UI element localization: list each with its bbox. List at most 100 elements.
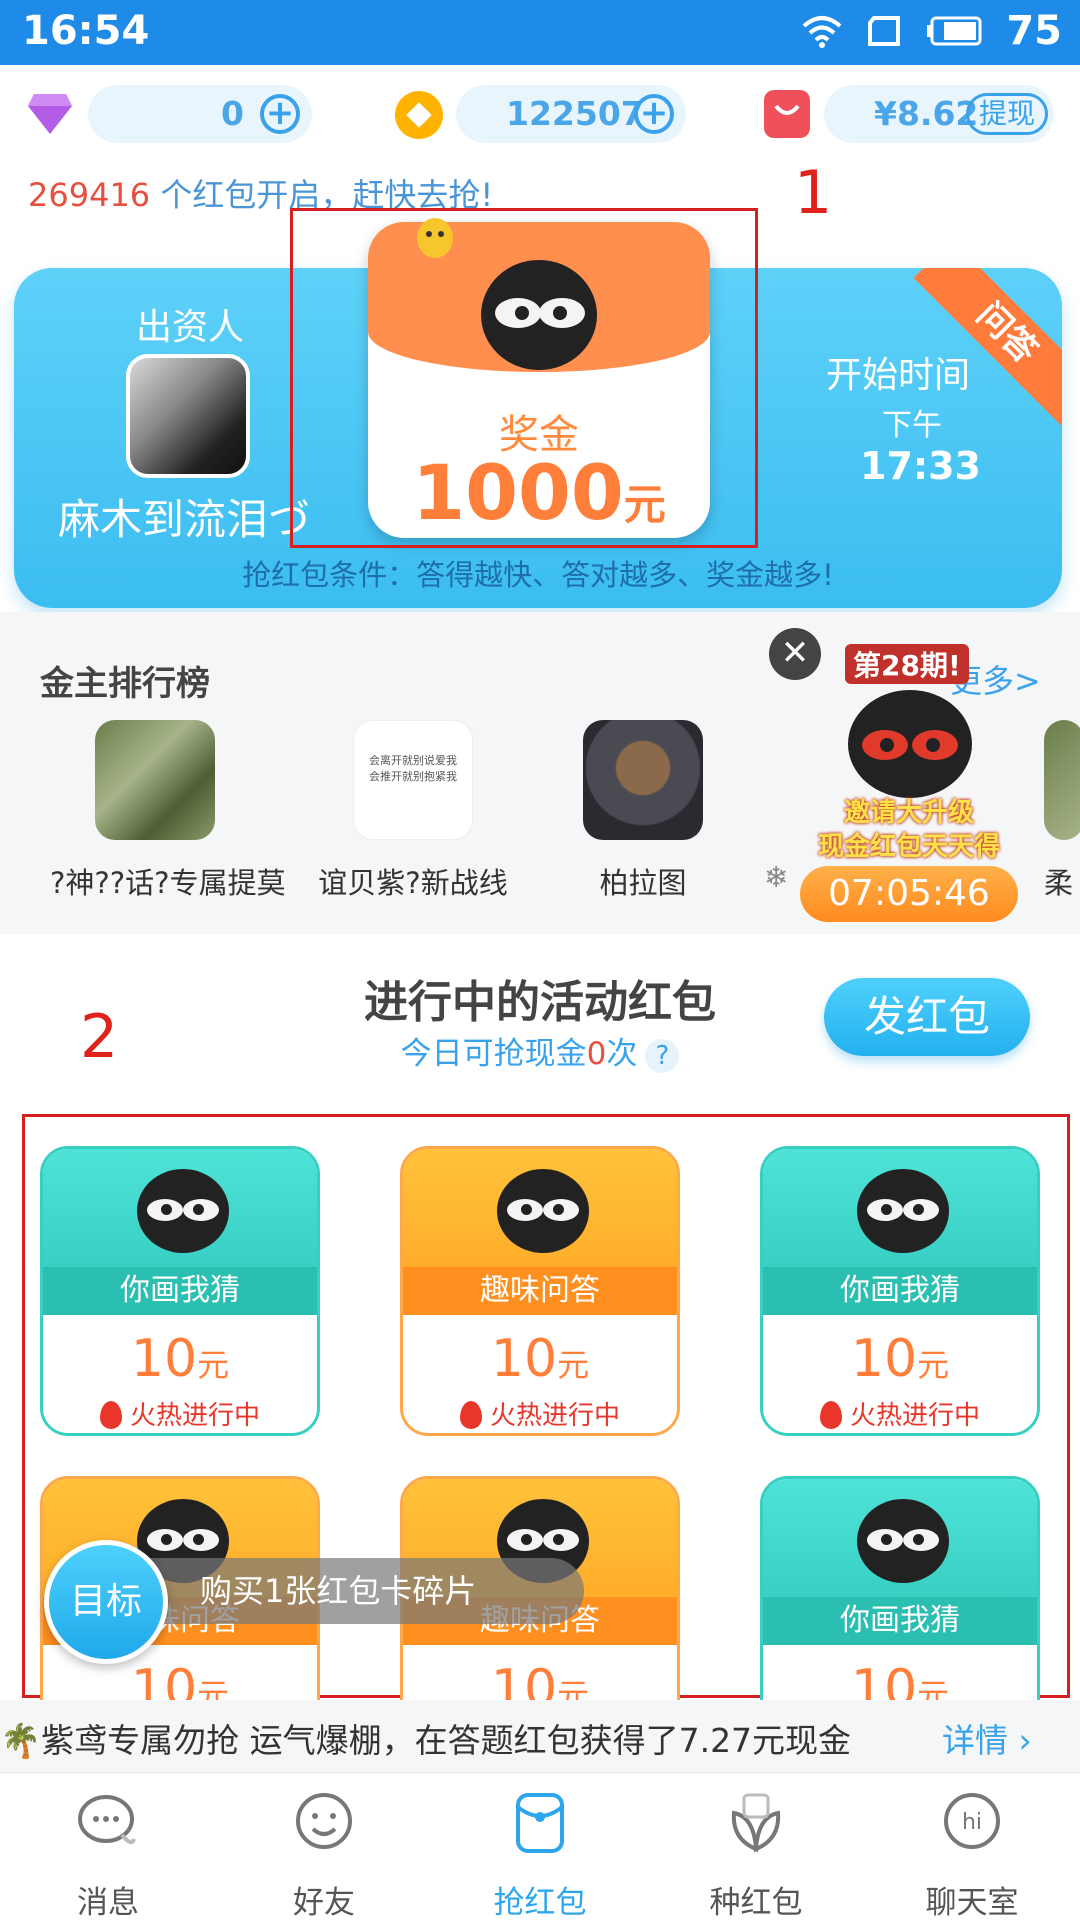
- ranking-avatar: 会离开就别说爱我 会推开就别抱紧我: [353, 720, 473, 840]
- promo-issue: 第28期!: [845, 644, 969, 684]
- cash-balance: ¥8.62: [874, 94, 979, 133]
- activity-red-packet-card[interactable]: 趣味问答 10元火热进行中: [400, 1146, 680, 1436]
- card-amount-value: 10: [490, 1329, 558, 1389]
- coin-balance-pill: 122507 +: [456, 85, 686, 143]
- annotation-label-1: 1: [794, 158, 833, 228]
- card-status-text: 火热进行中: [129, 1401, 260, 1431]
- tab-plant-red-packet[interactable]: 种红包: [648, 1773, 864, 1920]
- add-coin-button[interactable]: +: [634, 94, 674, 134]
- tab-grab-red-packet[interactable]: 抢红包: [432, 1773, 648, 1920]
- activity-red-packet-card[interactable]: 你画我猜 10元火热进行中: [40, 1146, 320, 1436]
- tab-label: 好友: [293, 1885, 355, 1920]
- tab-label: 抢红包: [493, 1885, 587, 1920]
- bottom-tab-bar: 消息 好友 抢红包 种红包 hi 聊天室: [0, 1772, 1080, 1920]
- ticker-text: 🌴紫鸢专属勿抢 运气爆棚，在答题红包获得了7.27元现金: [0, 1721, 852, 1760]
- card-amount-unit: 元: [197, 1346, 230, 1384]
- cash-balance-pill: ¥8.62 提现: [824, 85, 1054, 143]
- plant-icon: [731, 1793, 781, 1853]
- card-amount-value: 10: [130, 1329, 198, 1389]
- open-packets-count: 269416: [28, 176, 151, 214]
- card-status: 火热进行中: [403, 1395, 677, 1432]
- promo-line-1: 邀请大升级: [843, 798, 974, 828]
- ranking-name: ?神??话?专属提莫: [50, 866, 286, 900]
- close-icon: ✕: [780, 633, 810, 673]
- diamond-balance: 0: [221, 94, 244, 133]
- start-time-label: 开始时间: [826, 355, 971, 396]
- red-packet-icon: [516, 1793, 564, 1853]
- tab-messages[interactable]: 消息: [0, 1773, 216, 1920]
- chatroom-icon: hi: [944, 1793, 1000, 1849]
- card-amount: 10元: [43, 1329, 317, 1389]
- fire-icon: [459, 1401, 482, 1429]
- card-game-label: 趣味问答: [403, 1267, 677, 1315]
- start-time-value: 17:33: [860, 444, 981, 488]
- fire-icon: [819, 1401, 842, 1429]
- activity-red-packet-card[interactable]: 你画我猜 10元 火热进行中: [760, 1146, 1040, 1436]
- promo-line-2: 现金红包天天得: [817, 832, 1000, 862]
- help-icon[interactable]: ?: [645, 1039, 680, 1073]
- coin-icon: [395, 91, 443, 139]
- card-amount: 10元: [403, 1329, 677, 1389]
- sponsor-avatar[interactable]: [126, 354, 250, 478]
- ant-mascot-icon: [137, 1169, 229, 1253]
- app-root: 16:54 75 0 + 122507 + ¥8.62 提现 269416 个红…: [0, 0, 1080, 1920]
- ranking-item[interactable]: ?神??话?专属提莫: [50, 720, 286, 902]
- ranking-item[interactable]: 会离开就别说爱我 会推开就别抱紧我 谊贝紫?新战线: [308, 720, 518, 902]
- ranking-name: 谊贝紫?新战线: [318, 866, 508, 900]
- add-diamond-button[interactable]: +: [260, 94, 300, 134]
- sponsor-label: 出资人: [136, 307, 245, 348]
- ticker-detail-link[interactable]: 详情 ›: [942, 1714, 1032, 1762]
- goal-button[interactable]: 目标: [44, 1540, 168, 1664]
- annotation-box-1: [290, 208, 758, 548]
- card-amount-unit: 元: [557, 1346, 590, 1384]
- card-status-text: 火热进行中: [489, 1401, 620, 1431]
- avatar-text-line: 会推开就别抱紧我: [369, 770, 457, 783]
- ranking-item[interactable]: 柔: [1044, 720, 1080, 902]
- send-red-packet-button[interactable]: 发红包: [824, 978, 1030, 1056]
- wifi-icon: [803, 16, 842, 48]
- diamond-icon: [28, 94, 72, 134]
- close-promo-button[interactable]: ✕: [769, 628, 821, 680]
- ranking-item[interactable]: 柏拉图: [538, 720, 748, 902]
- chevron-right-icon: ›: [1018, 1721, 1032, 1760]
- ant-mascot-icon: [497, 1169, 589, 1253]
- avatar-text-line: 会离开就别说爱我: [369, 754, 457, 767]
- ninja-ant-mascot-icon: [848, 690, 972, 798]
- daily-grab-prefix: 今日可抢现金: [400, 1036, 587, 1072]
- coin-balance: 122507: [506, 94, 644, 133]
- svg-text:hi: hi: [962, 1810, 982, 1835]
- card-amount: 10元: [763, 1329, 1037, 1389]
- ranking-avatar: [95, 720, 215, 840]
- diamond-balance-pill: 0 +: [88, 85, 312, 143]
- grab-condition: 抢红包条件：答得越快、答对越多、奖金越多!: [242, 558, 834, 592]
- battery-icon: [927, 16, 982, 46]
- tab-label: 聊天室: [925, 1885, 1019, 1920]
- goal-task-text: 购买1张红包卡碎片: [104, 1558, 584, 1624]
- status-icons: 75: [802, 8, 1062, 54]
- card-game-label: 你画我猜: [763, 1597, 1037, 1645]
- card-amount-value: 10: [850, 1329, 918, 1389]
- promo-text: 邀请大升级 现金红包天天得: [804, 796, 1014, 864]
- tab-chatroom[interactable]: hi 聊天室: [864, 1773, 1080, 1920]
- ticker-detail-label: 详情: [942, 1721, 1008, 1760]
- daily-grab-suffix: 次: [606, 1036, 638, 1072]
- ant-mascot-icon: [857, 1169, 949, 1253]
- card-status: 火热进行中: [763, 1395, 1037, 1432]
- ranking-avatar: [583, 720, 703, 840]
- tab-label: 消息: [77, 1885, 139, 1920]
- card-amount-unit: 元: [917, 1346, 950, 1384]
- withdraw-button[interactable]: 提现: [965, 93, 1048, 135]
- goal-widget[interactable]: 购买1张红包卡碎片 目标: [44, 1540, 584, 1664]
- sim-icon: [868, 16, 901, 46]
- tab-label: 种红包: [709, 1885, 803, 1920]
- card-status-text: 火热进行中: [849, 1401, 980, 1431]
- ant-mascot-icon: [857, 1499, 949, 1583]
- fire-icon: [99, 1401, 122, 1429]
- invite-promo-banner[interactable]: 第28期! 邀请大升级 现金红包天天得 07:05:46: [800, 638, 1020, 922]
- tab-friends[interactable]: 好友: [216, 1773, 432, 1920]
- start-time-period: 下午: [882, 408, 942, 443]
- daily-grab-count: 0: [586, 1036, 607, 1072]
- sponsor-name: 麻木到流泪づ: [58, 495, 311, 544]
- card-game-label: 你画我猜: [43, 1267, 317, 1315]
- ranking-title: 金主排行榜: [40, 664, 210, 704]
